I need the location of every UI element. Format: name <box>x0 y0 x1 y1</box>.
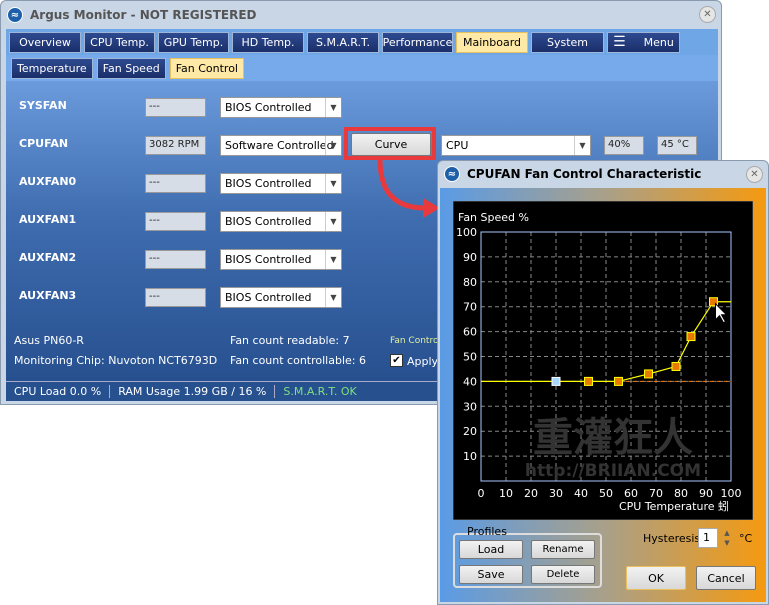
rename-button[interactable]: Rename <box>531 540 595 559</box>
x-tick-label: 60 <box>624 487 638 500</box>
y-tick-label: 70 <box>463 301 477 314</box>
watermark-url: http://BRIIAN.COM <box>525 461 701 481</box>
x-tick-label: 100 <box>721 487 742 500</box>
hysteresis-input[interactable]: 1 <box>698 528 718 548</box>
current-point[interactable] <box>551 376 561 386</box>
app-logo-icon: ≈ <box>444 166 460 182</box>
curve-point[interactable] <box>614 376 623 386</box>
y-axis-label: Fan Speed % <box>458 211 529 224</box>
save-button[interactable]: Save <box>459 565 523 584</box>
y-tick-label: 100 <box>456 226 477 239</box>
x-tick-label: 50 <box>599 487 613 500</box>
x-tick-label: 0 <box>478 487 485 500</box>
y-tick-label: 80 <box>463 276 477 289</box>
curve-point[interactable] <box>644 369 653 379</box>
x-tick-label: 90 <box>699 487 713 500</box>
curve-point[interactable] <box>584 376 593 386</box>
x-tick-label: 20 <box>524 487 538 500</box>
x-tick-label: 10 <box>499 487 513 500</box>
dialog-title-bar: ≈ CPUFAN Fan Control Characteristic <box>438 161 768 187</box>
x-tick-label: 70 <box>649 487 663 500</box>
delete-button[interactable]: Delete <box>531 565 595 584</box>
dialog-title: CPUFAN Fan Control Characteristic <box>467 167 702 181</box>
x-tick-label: 80 <box>674 487 688 500</box>
x-axis-label: CPU Temperature 蚓 <box>619 499 729 513</box>
dialog-body: 0 10 20 30 40 50 60 70 80 90 100 10 20 30 40 50 60 70 80 90… <box>440 188 766 602</box>
dialog-close-button[interactable]: ✕ <box>746 166 763 183</box>
y-tick-label: 90 <box>463 251 477 264</box>
hysteresis-label: Hysteresis <box>643 532 701 545</box>
hysteresis-stepper[interactable]: ▲ ▼ <box>719 528 735 548</box>
profiles-label: Profiles <box>467 525 507 538</box>
x-tick-label: 40 <box>574 487 588 500</box>
y-tick-label: 30 <box>463 400 477 413</box>
y-tick-label: 50 <box>463 351 477 364</box>
x-tick-label: 30 <box>549 487 563 500</box>
hysteresis-unit: °C <box>739 532 753 545</box>
curve-point[interactable] <box>671 361 681 371</box>
y-tick-label: 20 <box>463 425 477 438</box>
curve-point[interactable] <box>686 332 696 342</box>
load-button[interactable]: Load <box>459 540 523 559</box>
fan-curve-dialog: ≈ CPUFAN Fan Control Characteristic ✕ 0 10… <box>437 160 769 605</box>
ok-button[interactable]: OK <box>626 566 686 590</box>
y-tick-label: 10 <box>463 450 477 463</box>
cancel-button[interactable]: Cancel <box>696 566 756 590</box>
y-tick-label: 60 <box>463 326 477 339</box>
y-tick-label: 40 <box>463 375 477 388</box>
fan-curve-chart[interactable]: 0 10 20 30 40 50 60 70 80 90 100 10 20 30 40 50 60 70 80 90… <box>453 201 753 520</box>
watermark: 重灌狂人 <box>533 415 693 461</box>
